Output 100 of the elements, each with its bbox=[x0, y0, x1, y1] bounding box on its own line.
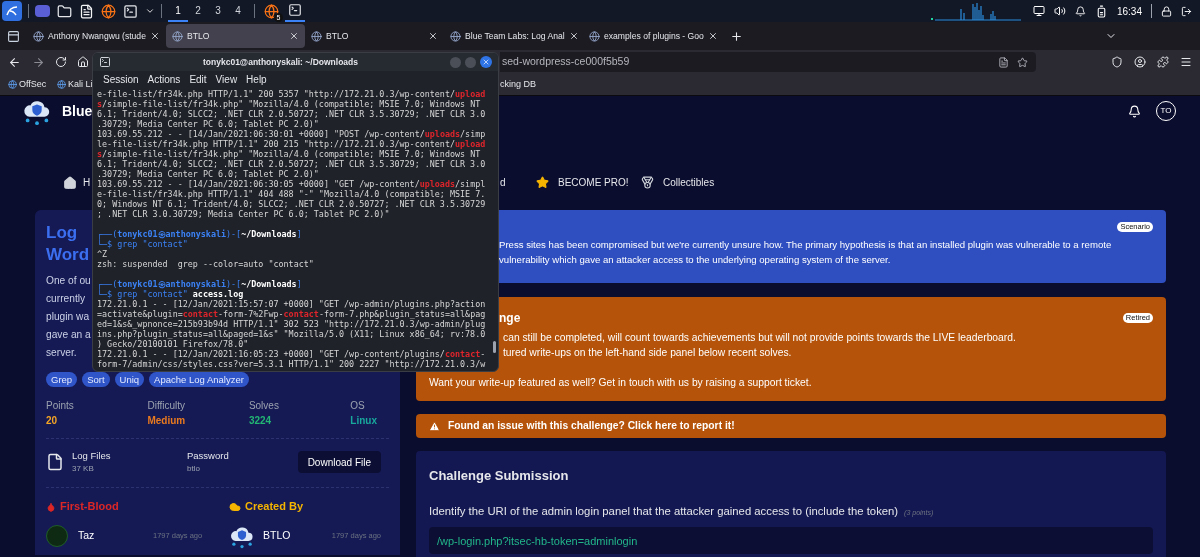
terminal-line: .30729; Media Center PC 6.0; Tablet PC 2.0)" bbox=[97, 119, 319, 129]
terminal-line: 6.1; Trident/4.0; SLCC2; .NET CLR 2.0.50727; .NET CLR 3.5.30729; .NET CLR 3.0 bbox=[97, 159, 486, 169]
prompt-symbol: └─$ bbox=[97, 239, 113, 249]
terminal-line: ed=1&s&_wpnonce=215b93b94d HTTP/1.1" 302 523 "http://172.21.0.3/wp-admin/plug bbox=[97, 319, 486, 329]
tab-title: examples of plugins - Goo bbox=[604, 29, 704, 43]
menu-item[interactable]: Help bbox=[246, 72, 267, 87]
terminal-line: 172.21.0.1 - - [12/Jan/2021:16:05:23 +0000] "GET /wp-content/plugins/contact- bbox=[97, 349, 486, 359]
tab-title: BTLO bbox=[326, 29, 350, 43]
stat-label: Points bbox=[46, 399, 75, 413]
address-bar[interactable]: sed-wordpress-ce000f5b59 bbox=[500, 52, 1036, 72]
nav-link[interactable]: BECOME PRO! bbox=[558, 175, 629, 190]
challenge-title: Log bbox=[46, 222, 78, 244]
card-title: nge bbox=[499, 310, 521, 327]
tag[interactable]: Grep bbox=[46, 372, 78, 387]
question-text: Identify the URI of the admin login panel that the attacker gained access to (include the token) bbox=[429, 503, 899, 519]
tab-title: Anthony Nwangwu (stude bbox=[48, 29, 146, 43]
tag[interactable]: Sort bbox=[82, 372, 110, 387]
menu-item[interactable]: Actions bbox=[147, 72, 181, 87]
command-text: grep "contact" bbox=[117, 239, 188, 249]
terminal-line: form-7/admin/css/styles.css?ver=5.3.1 HTTP/1.1" 200 2227 "http://172.21.0.3/w bbox=[97, 359, 486, 369]
command-argument: access.log bbox=[191, 289, 244, 299]
terminal-line: ; .NET CLR 3.0.30729; Media Center PC 6.0; Tablet PC 2.0)" bbox=[97, 209, 390, 219]
retired-note: Want your write-up featured as well? Get in touch with us by raising a support ticket. bbox=[429, 376, 813, 390]
nav-link[interactable]: d bbox=[500, 175, 506, 190]
prompt-bracket: ] bbox=[296, 279, 302, 289]
bookmark-link[interactable]: Kali Li bbox=[57, 77, 93, 92]
menu-item[interactable]: Session bbox=[103, 72, 139, 87]
clock[interactable]: 16:34 bbox=[1116, 3, 1142, 19]
file-size: 37 KB bbox=[72, 463, 95, 476]
stat-value: 3224 bbox=[248, 414, 273, 428]
terminal-line: s/simple-file-list/fr34k.php" "Mozilla/4.0 (compatible; MSIE 7.0; Windows NT bbox=[97, 99, 481, 109]
answer-field[interactable]: /wp-login.php?itsec-hb-token=adminlogin bbox=[429, 527, 1153, 555]
menu-item[interactable]: Edit bbox=[189, 72, 207, 87]
terminal-line: ins.php?plugin_status=all&paged=1&s" "Mozilla/5.0 (X11; Linux x86_64; rv:78.0 bbox=[97, 329, 486, 339]
terminal-line: 172.21.0.1 - - [12/Jan/2021:15:57:07 +0000] "GET /wp-admin/plugins.php?action bbox=[97, 299, 486, 309]
workspace-button[interactable]: 3 bbox=[208, 0, 228, 22]
prompt-symbol: └─$ bbox=[97, 289, 113, 299]
terminal-line: 103.69.55.212 - - [14/Jan/2021:06:30:01 +0000] "POST /wp-content/uploads/simp bbox=[97, 129, 486, 139]
bookmark-link[interactable]: OffSec bbox=[8, 77, 47, 92]
scenario-text: vulnerability which gave an attacker access to the underlying operating system of the server. bbox=[499, 253, 891, 267]
window-title: tonykc01@anthonyskali: ~/Downloads bbox=[202, 55, 359, 69]
retired-text: can still be completed, will count towards achievements but will not provide points towards the LIVE leaderboard. bbox=[503, 331, 1017, 345]
description-text: One of ou bbox=[46, 274, 91, 288]
tab-title: Blue Team Labs: Log Anal bbox=[465, 29, 565, 43]
description-text: server. bbox=[46, 346, 77, 360]
user-name: BTLO bbox=[263, 527, 292, 543]
section-heading: Created By bbox=[245, 499, 304, 515]
description-text: plugin wa bbox=[46, 310, 90, 324]
prompt-bracket: ┌──( bbox=[97, 229, 118, 239]
file-name: Log Files bbox=[72, 449, 112, 463]
command-text: grep "contact" bbox=[117, 289, 188, 299]
terminal-line: 0; Windows NT 6.1; Trident/4.0; SLCC2; .NET CLR 2.0.50727; .NET CLR 3.5.30729 bbox=[97, 199, 486, 209]
browser-tab[interactable]: examples of plugins - Goo bbox=[583, 24, 722, 48]
terminal-line: ^Z bbox=[97, 249, 108, 259]
bookmark-link[interactable]: cking DB bbox=[500, 77, 536, 92]
prompt-user: tonykc01㉿anthonyskali bbox=[117, 229, 226, 239]
prompt-bracket: ┌──( bbox=[97, 279, 118, 289]
section-heading: First-Blood bbox=[60, 499, 119, 515]
report-issue-bar[interactable]: Found an issue with this challenge? Click here to report it! bbox=[416, 414, 1166, 438]
stat-value: Linux bbox=[350, 414, 377, 428]
browser-tab[interactable]: BTLO bbox=[166, 24, 305, 48]
prompt-user: tonykc01㉿anthonyskali bbox=[117, 279, 226, 289]
stat-value: Medium bbox=[147, 414, 187, 428]
password-label: Password bbox=[187, 449, 230, 463]
browser-tab[interactable]: Anthony Nwangwu (stude bbox=[27, 24, 166, 48]
terminal-line: zsh: suspended grep --color=auto "contact" bbox=[97, 259, 314, 269]
tag[interactable]: Apache Log Analyzer bbox=[149, 372, 249, 387]
terminal-line: s/simple-file-list/fr34k.php" "Mozilla/4.0 (compatible; MSIE 7.0; Windows NT bbox=[97, 149, 481, 159]
stat-label: Difficulty bbox=[147, 399, 187, 413]
prompt-bracket: )-[ bbox=[226, 279, 242, 289]
scenario-text: Press sites has been compromised but we're currently unsure how. The primary hypothesis is that an installed plugin was vulnerable to a remote bbox=[499, 238, 1112, 252]
browser-tab[interactable]: BTLO bbox=[305, 24, 444, 48]
terminal-line: e-file-list/fr34k.php HTTP/1.1" 404 488 "-" "Mozilla/4.0 (compatible; MSIE 7. bbox=[97, 189, 486, 199]
menu-item[interactable]: View bbox=[215, 72, 238, 87]
nav-link[interactable]: H bbox=[83, 175, 91, 190]
terminal-line: 6.1; Trident/4.0; SLCC2; .NET CLR 2.0.50727; .NET CLR 3.5.30729; .NET CLR 3.0 bbox=[97, 109, 486, 119]
terminal-line: e-file-list/fr34k.php HTTP/1.1" 200 5357 "http://172.21.0.3/wp-content/upload bbox=[97, 89, 486, 99]
tag[interactable]: Uniq bbox=[114, 372, 145, 387]
stat-value: 20 bbox=[46, 414, 59, 428]
challenge-title: Word bbox=[46, 244, 90, 266]
stat-label: OS bbox=[350, 399, 366, 413]
prompt-bracket: )-[ bbox=[226, 229, 242, 239]
user-name: Taz bbox=[78, 527, 96, 543]
workspace-button[interactable]: 2 bbox=[188, 0, 208, 22]
download-button[interactable]: Download File bbox=[297, 451, 381, 474]
terminal-line: le-file-list/fr34k.php HTTP/1.1" 200 215 "http://172.21.0.3/wp-content/upload bbox=[97, 139, 486, 149]
prompt-bracket: ] bbox=[296, 229, 302, 239]
prompt-path: ~/Downloads bbox=[241, 279, 297, 289]
report-link[interactable]: Found an issue with this challenge? Click here to report it! bbox=[448, 418, 735, 434]
brand-name: Blue bbox=[62, 101, 93, 121]
terminal-line: .30729; Media Center PC 6.0; Tablet PC 2.0)" bbox=[97, 169, 319, 179]
submission-title: Challenge Submission bbox=[429, 467, 570, 485]
description-text: currently bbox=[46, 292, 86, 306]
terminal-line: =activate&plugin=contact-form-7%2Fwp-contact-form-7.php&plugin_status=all&pag bbox=[97, 309, 486, 319]
nav-link[interactable]: Collectibles bbox=[663, 175, 715, 190]
browser-tab[interactable]: Blue Team Labs: Log Anal bbox=[444, 24, 583, 48]
terminal-line: ) Gecko/20100101 Firefox/78.0" bbox=[97, 339, 249, 349]
workspace-button[interactable]: 4 bbox=[228, 0, 248, 22]
password-value: btlo bbox=[187, 463, 201, 476]
stat-label: Solves bbox=[248, 399, 280, 413]
